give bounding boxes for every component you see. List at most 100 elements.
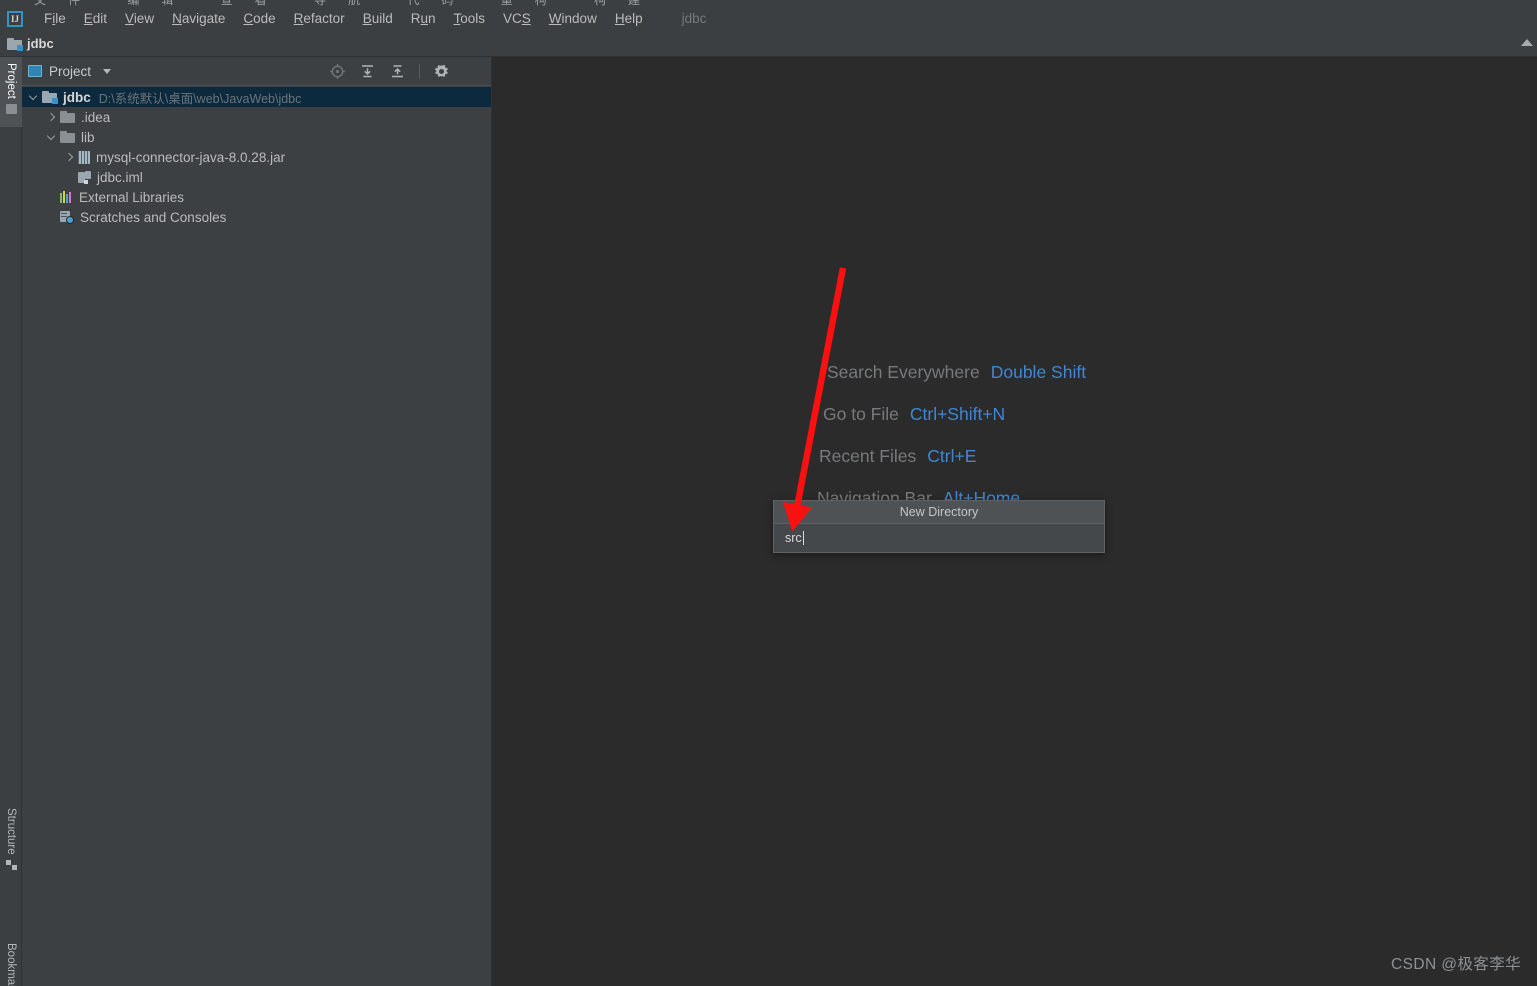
- menubar-project-label: jdbc: [681, 11, 707, 26]
- tree-row[interactable]: jdbc D:\系统默认\桌面\web\JavaWeb\jdbc: [22, 87, 491, 107]
- shortcut-hint-row: Go to File Ctrl+Shift+N: [823, 404, 1086, 425]
- project-panel-actions: [329, 63, 485, 80]
- iml-file-icon: [78, 170, 91, 184]
- tree-row[interactable]: lib: [22, 127, 491, 147]
- project-panel-header: Project: [22, 57, 491, 86]
- menu-label-post: iew: [133, 11, 155, 26]
- left-tool-strip: Project Structure Bookmarks: [0, 57, 22, 986]
- menu-mnemonic: E: [83, 11, 93, 26]
- tree-row[interactable]: Scratches and Consoles: [22, 207, 491, 227]
- menu-mnemonic: V: [125, 11, 134, 26]
- folder-icon: [5, 103, 17, 114]
- menu-label-pre: R: [410, 11, 421, 26]
- sidebar-item-bookmarks[interactable]: Bookmarks: [0, 937, 22, 986]
- menu-label-post: dit: [92, 11, 108, 26]
- tree-item-label: mysql-connector-java-8.0.28.jar: [96, 149, 286, 165]
- tree-row[interactable]: jdbc.iml: [22, 167, 491, 187]
- menu-bar: IJ File Edit View Navigate Code Refactor Build…: [0, 6, 1537, 31]
- locate-icon[interactable]: [329, 63, 346, 80]
- chevron-down-icon[interactable]: [103, 68, 112, 74]
- toolbar-divider: [419, 63, 420, 79]
- chevron-down-icon[interactable]: [46, 132, 57, 143]
- csdn-watermark: CSDN @极客李华: [1391, 956, 1521, 973]
- new-directory-input-wrap[interactable]: src: [774, 524, 1104, 552]
- menu-mnemonic: N: [172, 11, 182, 26]
- menu-label-post: uild: [371, 11, 393, 26]
- gear-icon[interactable]: [433, 63, 450, 80]
- sidebar-item-structure[interactable]: Structure: [0, 802, 22, 894]
- menu-label-post: avigate: [181, 11, 226, 26]
- menu-label-pre: F: [44, 11, 53, 26]
- ide-window: 文件 编辑 查看 导航 代码 重构 构建 IJ FileEditViewNavi…: [0, 0, 1537, 986]
- project-tool-window: Project jdbc D:\系统默认\桌面\web\JavaWeb\jdbc…: [22, 57, 492, 986]
- project-panel-title: Project: [49, 63, 92, 79]
- shortcut-hint-key: Ctrl+Shift+N: [909, 404, 1006, 424]
- tree-row[interactable]: .idea: [22, 107, 491, 127]
- menu-navigate[interactable]: Navigate: [163, 9, 234, 28]
- menu-label-post: ools: [460, 11, 486, 26]
- shortcut-hint-name: Recent Files: [819, 446, 917, 466]
- breadcrumb-jdbc[interactable]: jdbc: [7, 36, 54, 51]
- collapse-all-icon[interactable]: [389, 63, 406, 80]
- menu-run[interactable]: Run: [402, 9, 445, 28]
- chevron-down-icon[interactable]: [28, 92, 39, 103]
- tree-item-label: External Libraries: [79, 189, 185, 205]
- navigation-bar[interactable]: jdbc: [0, 31, 1537, 57]
- shortcut-hint-key: Ctrl+E: [927, 446, 977, 466]
- menu-refactor[interactable]: Refactor: [285, 9, 354, 28]
- menu-help[interactable]: Help: [606, 9, 652, 28]
- tree-item-path: D:\系统默认\桌面\web\JavaWeb\jdbc: [98, 91, 302, 106]
- shortcut-hint-name: Go to File: [823, 404, 899, 424]
- menu-mnemonic: W: [548, 11, 562, 26]
- menu-window[interactable]: Window: [540, 9, 606, 28]
- project-view-selector[interactable]: Project: [28, 63, 112, 79]
- menu-mnemonic: u: [420, 11, 428, 26]
- menu-label-post: efactor: [303, 11, 345, 26]
- vtab-bookmarks-label: Bookmarks: [5, 943, 17, 986]
- menu-mnemonic: S: [521, 11, 531, 26]
- menu-mnemonic: C: [243, 11, 254, 26]
- module-folder-icon: [7, 37, 23, 51]
- new-directory-input[interactable]: src: [785, 531, 802, 545]
- project-tree: jdbc D:\系统默认\桌面\web\JavaWeb\jdbc .idea lib m…: [22, 86, 491, 227]
- sidebar-item-project[interactable]: Project: [0, 57, 22, 127]
- breadcrumb-label: jdbc: [27, 36, 54, 51]
- tree-item-label: lib: [81, 129, 95, 145]
- shortcut-hint-key: Double Shift: [990, 362, 1087, 382]
- menu-vcs[interactable]: VCS: [494, 9, 540, 28]
- menu-label-pre: VC: [503, 11, 522, 26]
- chevron-right-icon[interactable]: [64, 152, 75, 163]
- shortcut-hint-row: Recent Files Ctrl+E: [819, 446, 1086, 467]
- new-directory-dialog[interactable]: New Directory src: [773, 500, 1105, 553]
- chevron-right-icon[interactable]: [46, 112, 57, 123]
- menu-label-post: n: [427, 11, 436, 26]
- menu-build[interactable]: Build: [354, 9, 402, 28]
- shortcut-hint-row: Search Everywhere Double Shift: [827, 362, 1086, 383]
- tree-item-label: jdbc: [63, 89, 91, 105]
- menu-mnemonic: R: [293, 11, 304, 26]
- menu-label-post: elp: [624, 11, 643, 26]
- menu-label-post: indow: [561, 11, 597, 26]
- menu-edit[interactable]: Edit: [75, 9, 116, 28]
- menu-file[interactable]: File: [35, 9, 75, 28]
- shortcut-hint-name: Search Everywhere: [827, 362, 980, 382]
- folder-icon: [60, 131, 75, 143]
- intellij-logo-icon: IJ: [7, 10, 23, 27]
- tree-row[interactable]: External Libraries: [22, 187, 491, 207]
- menu-code[interactable]: Code: [234, 9, 284, 28]
- module-folder-icon: [42, 91, 58, 104]
- expand-all-icon[interactable]: [359, 63, 376, 80]
- tree-item-label: Scratches and Consoles: [80, 209, 227, 225]
- minimize-icon[interactable]: [463, 63, 480, 80]
- project-window-icon: [28, 65, 42, 77]
- scroll-up-arrow-icon[interactable]: [1521, 39, 1533, 46]
- vtab-project-label: Project: [5, 63, 17, 99]
- structure-icon: [5, 859, 17, 870]
- new-directory-title: New Directory: [774, 501, 1104, 524]
- menu-view[interactable]: View: [116, 9, 163, 28]
- menu-tools[interactable]: Tools: [445, 9, 495, 28]
- tree-row[interactable]: mysql-connector-java-8.0.28.jar: [22, 147, 491, 167]
